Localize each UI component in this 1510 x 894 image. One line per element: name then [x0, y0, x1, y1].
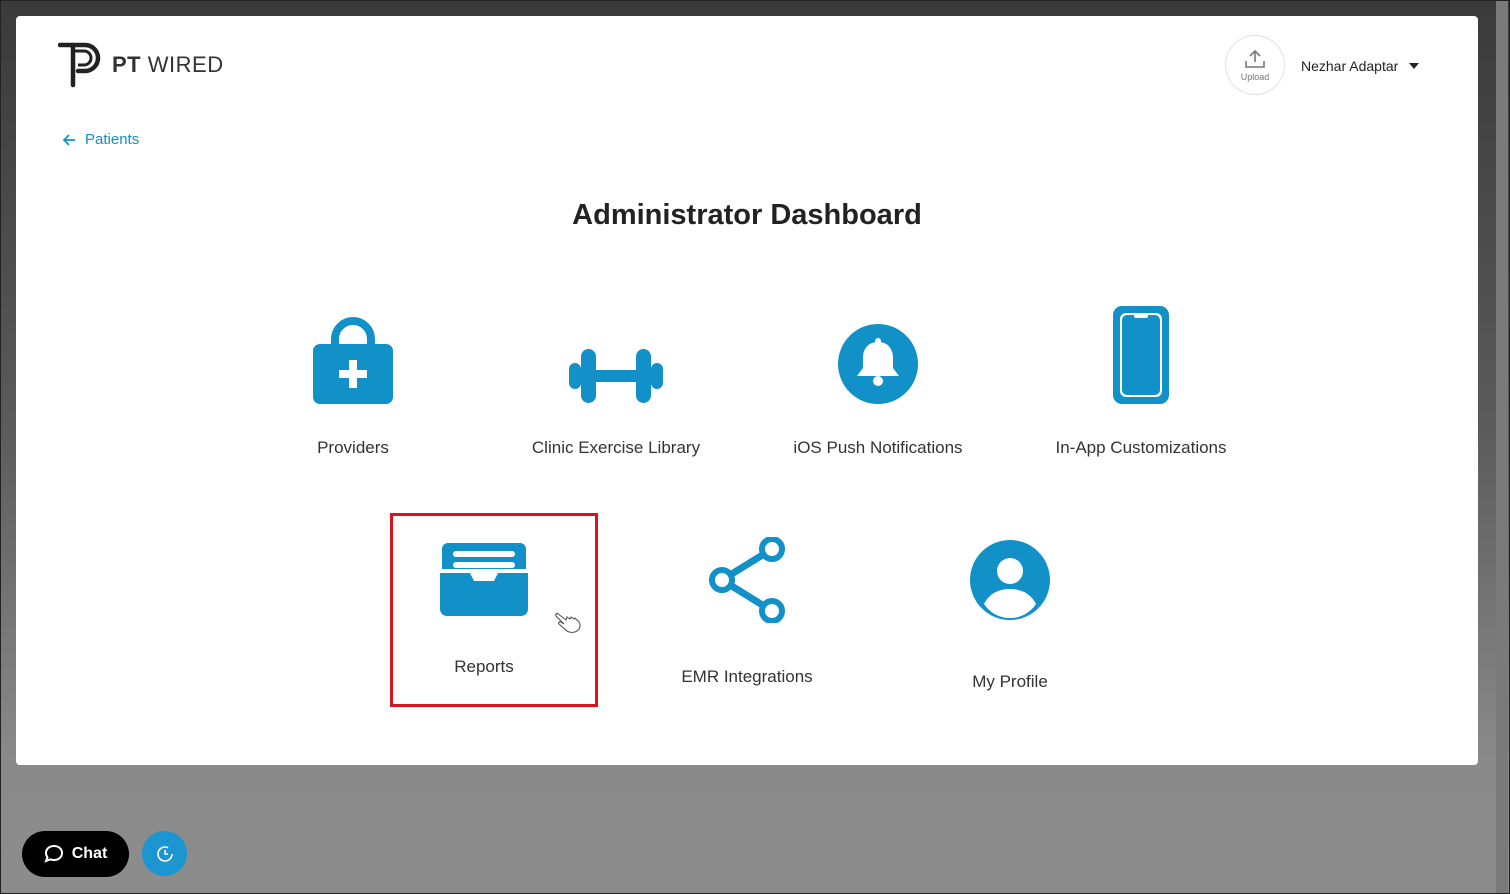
tile-clinic-exercise-library[interactable]: Clinic Exercise Library: [516, 305, 716, 458]
tile-label: Clinic Exercise Library: [531, 438, 701, 457]
upload-button[interactable]: Upload: [1225, 35, 1285, 95]
tile-label: EMR Integrations: [681, 667, 813, 686]
tile-emr-integrations[interactable]: EMR Integrations: [647, 537, 847, 687]
tile-label: Providers: [317, 438, 389, 457]
upload-label: Upload: [1240, 71, 1270, 82]
main-card: PT WIRED Upload Nezhar Adaptar Patients …: [16, 16, 1478, 765]
clock-history-icon: [156, 845, 173, 862]
brand-logo[interactable]: PT WIRED: [58, 42, 224, 88]
history-button[interactable]: [142, 831, 187, 876]
pt-wired-logo-icon: [58, 42, 101, 88]
caret-down-icon: [1409, 63, 1420, 69]
brand-name: PT WIRED: [112, 52, 224, 77]
hand-pointer-cursor-icon: [555, 612, 581, 634]
upload-icon: [1245, 49, 1265, 68]
bell-icon: [838, 324, 918, 404]
arrow-left-icon: [62, 133, 75, 146]
chat-button[interactable]: Chat: [22, 831, 129, 877]
chat-bubble-icon: [43, 844, 63, 863]
user-name: Nezhar Adaptar: [1301, 58, 1399, 74]
user-circle-icon: [970, 540, 1050, 620]
dumbbell-icon: [569, 349, 663, 403]
user-menu[interactable]: Nezhar Adaptar: [1301, 56, 1420, 76]
back-link-label: Patients: [85, 131, 140, 148]
tile-my-profile[interactable]: My Profile: [910, 539, 1110, 692]
smartphone-icon: [1113, 306, 1169, 404]
tile-ios-push-notifications[interactable]: iOS Push Notifications: [778, 305, 978, 458]
tile-label: My Profile: [972, 672, 1048, 691]
medical-bag-icon: [313, 317, 393, 404]
back-to-patients-link[interactable]: Patients: [62, 131, 139, 148]
tile-label: iOS Push Notifications: [793, 438, 963, 457]
tile-providers[interactable]: Providers: [253, 305, 453, 458]
page-title: Administrator Dashboard: [572, 199, 922, 231]
tile-label: In-App Customizations: [1055, 438, 1227, 457]
window-scrollbar[interactable]: [1496, 0, 1508, 894]
tile-in-app-customizations[interactable]: In-App Customizations: [1041, 305, 1241, 458]
chat-label: Chat: [71, 845, 108, 862]
share-icon: [709, 537, 785, 623]
